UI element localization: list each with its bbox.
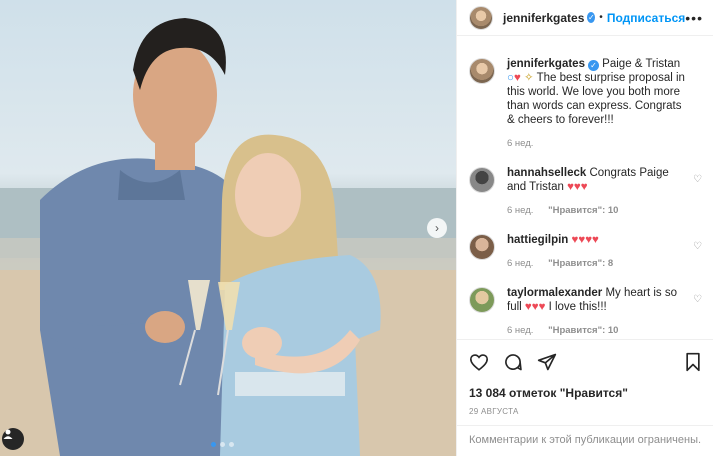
heart-emoji-icon: ♥ xyxy=(513,72,521,84)
verified-badge-icon: ✓ xyxy=(587,60,599,71)
comment-time[interactable]: 6 нед. xyxy=(507,205,533,216)
caption-time[interactable]: 6 нед. xyxy=(507,138,533,149)
carousel-dot xyxy=(229,442,234,447)
action-icons xyxy=(469,350,702,374)
avatar[interactable] xyxy=(469,5,493,30)
comment-username[interactable]: taylormalexander xyxy=(507,287,602,299)
separator: • xyxy=(599,12,603,23)
comments-limited-notice: Комментарии к этой публикации ограничены… xyxy=(457,425,713,454)
comment-time[interactable]: 6 нед. xyxy=(507,325,533,336)
avatar[interactable] xyxy=(469,234,495,260)
likes-count[interactable]: 13 084 отметок "Нравится" xyxy=(469,386,702,400)
avatar[interactable] xyxy=(469,58,495,84)
comment-time[interactable]: 6 нед. xyxy=(507,258,533,269)
like-heart-icon[interactable] xyxy=(469,353,489,371)
comment-meta: 6 нед. "Нравится": 10 xyxy=(507,204,687,218)
share-icon[interactable] xyxy=(537,352,557,372)
post-photo[interactable]: › xyxy=(0,0,456,456)
comment-item: hannahselleck Congrats Paige and Tristan… xyxy=(469,166,702,218)
more-options-icon[interactable]: ••• xyxy=(685,10,703,26)
like-comment-heart-icon[interactable]: ♡ xyxy=(693,174,702,185)
comment-meta: 6 нед. "Нравится": 8 xyxy=(507,257,687,271)
comment-likes[interactable]: "Нравится": 8 xyxy=(548,258,613,269)
comment-meta: 6 нед. "Нравится": 10 xyxy=(507,324,687,338)
tagged-users-button[interactable] xyxy=(2,428,24,450)
caption-text-end: The best surprise proposal in this world… xyxy=(507,72,685,126)
comment-body: hattiegilpin ♥♥♥♥ 6 нед. "Нравится": 8 xyxy=(507,233,687,271)
like-comment-heart-icon[interactable]: ♡ xyxy=(693,241,702,252)
avatar[interactable] xyxy=(469,287,495,313)
comment-body: taylormalexander My heart is so full ♥♥♥… xyxy=(507,286,687,338)
bookmark-icon[interactable] xyxy=(684,352,702,372)
heart-emoji-icon: ♥♥♥ xyxy=(567,181,588,193)
follow-button[interactable]: Подписаться xyxy=(607,11,685,25)
like-comment-heart-icon[interactable]: ♡ xyxy=(693,294,702,305)
caption-text-start: Paige & Tristan xyxy=(598,58,681,70)
carousel-dot xyxy=(211,442,216,447)
author-username[interactable]: jenniferkgates xyxy=(503,11,584,25)
comment-text-2: I love this!!! xyxy=(545,301,607,313)
caption-body: jenniferkgates ✓ Paige & Tristan ○♥ ✧ The… xyxy=(507,57,687,151)
post-side-panel: jenniferkgates ✓ • Подписаться ••• jenni… xyxy=(456,0,713,456)
avatar[interactable] xyxy=(469,167,495,193)
comment-username[interactable]: hattiegilpin xyxy=(507,234,568,246)
post-date[interactable]: 29 АВГУСТА xyxy=(469,407,702,416)
caption-username[interactable]: jenniferkgates xyxy=(507,58,585,70)
caption-meta: 6 нед. xyxy=(507,137,687,151)
ring-emoji-icon: ○ xyxy=(507,72,514,84)
comment-likes[interactable]: "Нравится": 10 xyxy=(548,205,618,216)
comment-username[interactable]: hannahselleck xyxy=(507,167,586,179)
caption: jenniferkgates ✓ Paige & Tristan ○♥ ✧ The… xyxy=(469,57,702,151)
user-icon xyxy=(3,429,13,439)
champagne-emoji-icon: ✧ xyxy=(523,72,534,84)
next-photo-button[interactable]: › xyxy=(427,218,447,238)
heart-emoji-icon: ♥♥♥ xyxy=(524,301,546,313)
comment-body: hannahselleck Congrats Paige and Tristan… xyxy=(507,166,687,218)
post-header: jenniferkgates ✓ • Подписаться ••• xyxy=(457,0,713,36)
comment-item: hattiegilpin ♥♥♥♥ 6 нед. "Нравится": 8 ♡ xyxy=(469,233,702,271)
comment-icon[interactable] xyxy=(503,352,523,372)
post-actions: 13 084 отметок "Нравится" 29 АВГУСТА xyxy=(457,339,713,416)
photo-illustration xyxy=(0,18,456,456)
chevron-right-icon: › xyxy=(435,221,439,235)
comments-list[interactable]: jenniferkgates ✓ Paige & Tristan ○♥ ✧ The… xyxy=(457,37,713,339)
heart-emoji-icon: ♥♥♥♥ xyxy=(571,234,599,246)
comment-likes[interactable]: "Нравится": 10 xyxy=(548,325,618,336)
carousel-indicator xyxy=(211,442,234,447)
carousel-dot xyxy=(220,442,225,447)
verified-badge-icon: ✓ xyxy=(587,12,596,23)
comment-item: taylormalexander My heart is so full ♥♥♥… xyxy=(469,286,702,338)
